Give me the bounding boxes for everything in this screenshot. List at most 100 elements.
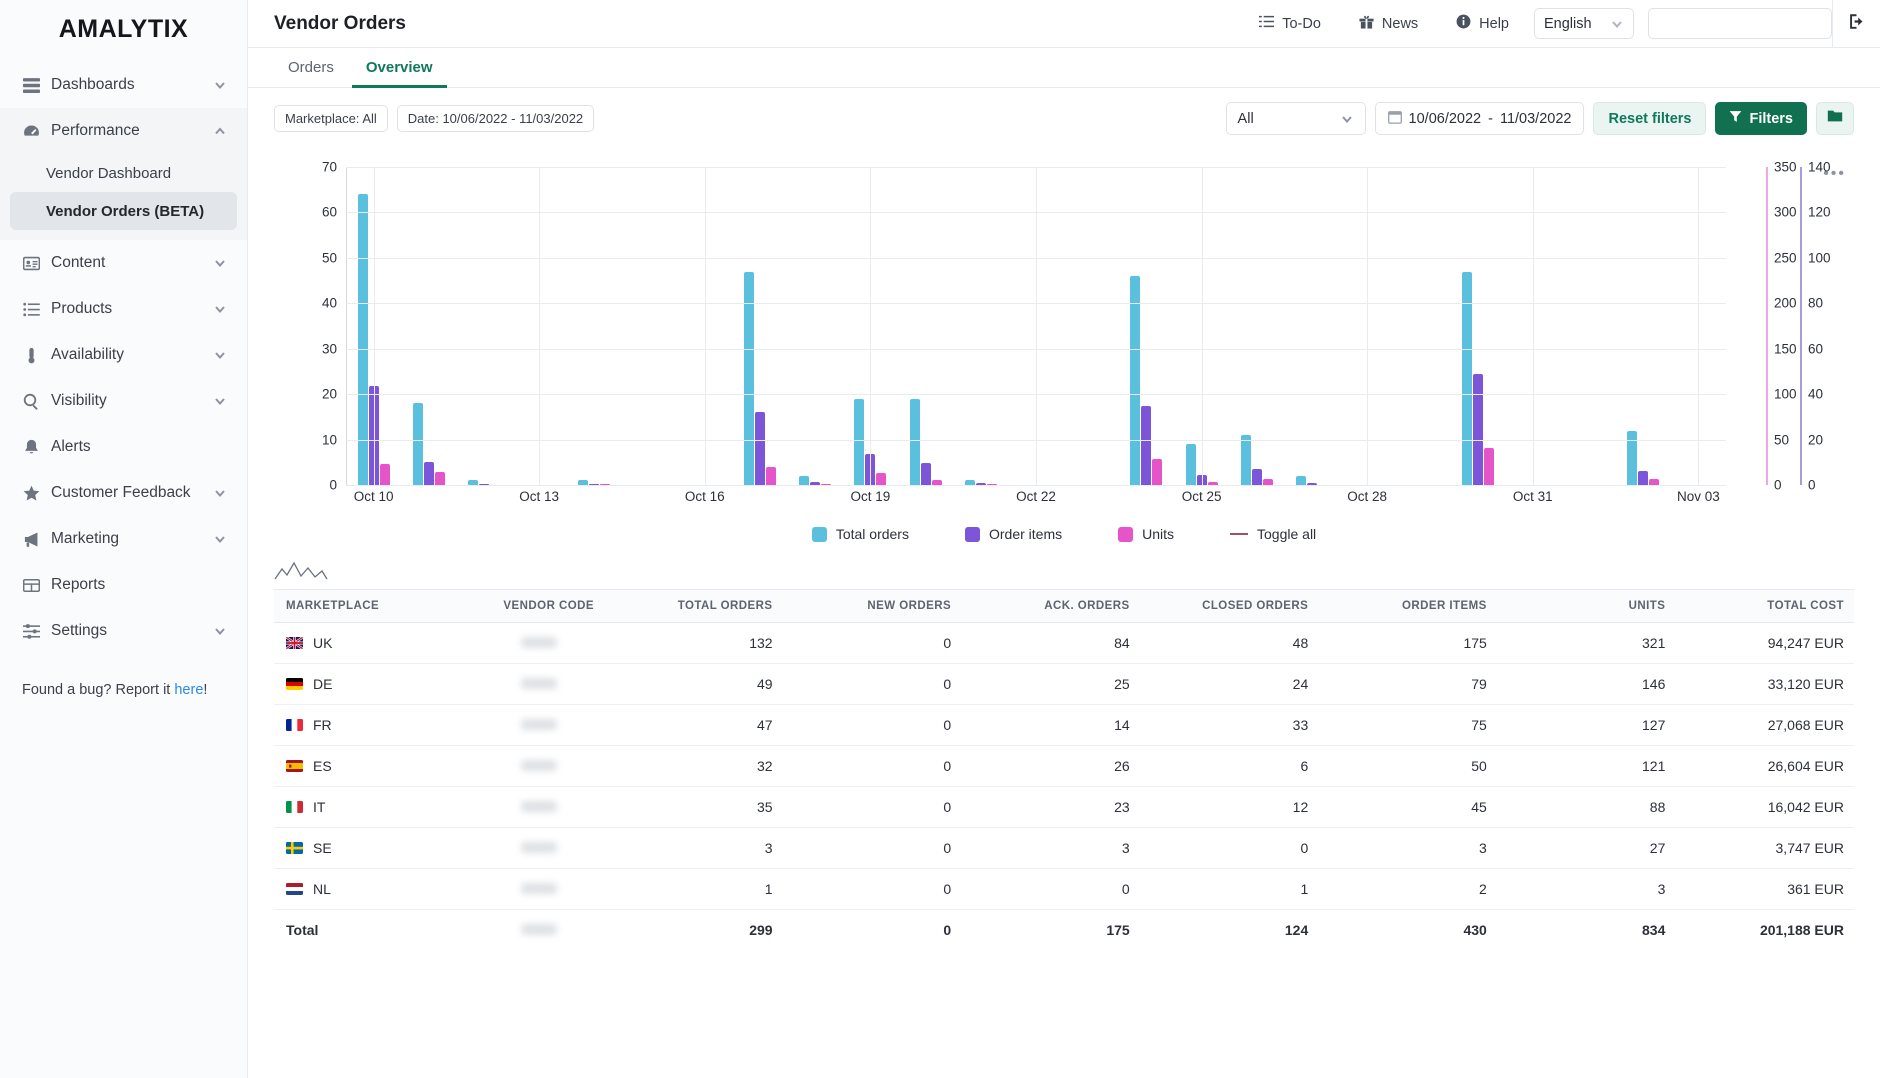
table-header-order-items[interactable]: ORDER ITEMS — [1318, 589, 1497, 623]
chart-bar-group[interactable] — [1616, 167, 1671, 485]
sidebar-item-visibility[interactable]: Visibility — [0, 378, 247, 424]
sidebar-subitem-vendor-dashboard[interactable]: Vendor Dashboard — [10, 154, 237, 192]
chart-bar-units[interactable] — [379, 464, 390, 485]
table-total-row[interactable]: Total 299 0 175 124 430 834 201,188 EUR — [274, 910, 1854, 951]
chart-bar-total-orders[interactable] — [1240, 435, 1251, 485]
logout-button[interactable] — [1832, 0, 1880, 48]
table-header-new-orders[interactable]: NEW ORDERS — [782, 589, 962, 623]
chevron-down-icon[interactable] — [213, 302, 227, 316]
table-header-vendor-code[interactable]: VENDOR CODE — [484, 589, 604, 623]
chart-bar-order-items[interactable] — [1638, 471, 1649, 485]
chevron-down-icon[interactable] — [213, 486, 227, 500]
chart-bar-group[interactable] — [1119, 167, 1174, 485]
chart-bar-group[interactable] — [898, 167, 953, 485]
chart-bar-group[interactable] — [1284, 167, 1339, 485]
chart-bar-units[interactable] — [766, 467, 777, 485]
filters-button[interactable]: Filters — [1715, 102, 1807, 135]
chevron-down-icon[interactable] — [213, 624, 227, 638]
legend-item-total-orders[interactable]: Total orders — [811, 526, 909, 542]
chart-bar-group[interactable] — [1229, 167, 1284, 485]
chart-bar-total-orders[interactable] — [854, 398, 865, 485]
todo-link[interactable]: To-Do — [1240, 14, 1340, 33]
chart-bar-group[interactable] — [622, 167, 677, 485]
chart-bar-total-orders[interactable] — [909, 398, 920, 485]
date-range-picker[interactable]: 10/06/2022 - 11/03/2022 — [1374, 102, 1585, 135]
sidebar-item-dashboards[interactable]: Dashboards — [0, 62, 247, 108]
legend-item-order-items[interactable]: Order items — [964, 526, 1062, 542]
legend-item-units[interactable]: Units — [1118, 526, 1174, 542]
chart-bar-units[interactable] — [1483, 447, 1494, 485]
chart-bar-order-items[interactable] — [1472, 373, 1483, 485]
sidebar-item-customer-feedback[interactable]: Customer Feedback — [0, 470, 247, 516]
sidebar-item-alerts[interactable]: Alerts — [0, 424, 247, 470]
language-select[interactable]: English — [1534, 8, 1634, 39]
chart-bar-units[interactable] — [434, 471, 445, 485]
sidebar-item-marketing[interactable]: Marketing — [0, 516, 247, 562]
chart-bar-total-orders[interactable] — [357, 194, 368, 485]
marketplace-select[interactable]: All — [1225, 102, 1366, 135]
chevron-up-icon[interactable] — [213, 124, 227, 138]
chevron-down-icon[interactable] — [213, 348, 227, 362]
news-link[interactable]: News — [1340, 14, 1437, 33]
chart-bar-order-items[interactable] — [1251, 469, 1262, 485]
chart-bar-order-items[interactable] — [1141, 405, 1152, 485]
table-header-units[interactable]: UNITS — [1496, 589, 1676, 623]
sidebar-item-reports[interactable]: Reports — [0, 562, 247, 608]
sidebar-item-availability[interactable]: Availability — [0, 332, 247, 378]
chart-bar-order-items[interactable] — [755, 412, 766, 485]
table-header-total-cost[interactable]: TOTAL COST — [1675, 589, 1854, 623]
chevron-down-icon[interactable] — [213, 78, 227, 92]
chart-bar-group[interactable] — [953, 167, 1008, 485]
table-header-total-orders[interactable]: TOTAL ORDERS — [604, 589, 783, 623]
table-row[interactable]: SE 3 0 3 0 3 27 3,747 EUR — [274, 827, 1854, 869]
sidebar-item-performance[interactable]: Performance — [0, 108, 247, 154]
chevron-down-icon[interactable] — [213, 394, 227, 408]
table-row[interactable]: DE 49 0 25 24 79 146 33,120 EUR — [274, 663, 1854, 705]
chart-bar-total-orders[interactable] — [799, 475, 810, 485]
chip-date[interactable]: Date: 10/06/2022 - 11/03/2022 — [396, 105, 595, 132]
sidebar-item-content[interactable]: Content — [0, 240, 247, 286]
chevron-down-icon[interactable] — [213, 256, 227, 270]
search-box[interactable] — [1648, 8, 1832, 39]
chart-bar-units[interactable] — [876, 473, 887, 485]
sidebar-item-products[interactable]: Products — [0, 286, 247, 332]
table-header-closed-orders[interactable]: CLOSED ORDERS — [1139, 589, 1319, 623]
chart-bar-group[interactable] — [567, 167, 622, 485]
chart-bar-group[interactable] — [1560, 167, 1615, 485]
chart-bar-group[interactable] — [401, 167, 456, 485]
sidebar-item-settings[interactable]: Settings — [0, 608, 247, 654]
tab-overview[interactable]: Overview — [351, 59, 447, 88]
chart-bar-total-orders[interactable] — [1185, 444, 1196, 485]
chart-bar-order-items[interactable] — [920, 463, 931, 485]
table-row[interactable]: NL 1 0 0 1 2 3 361 EUR — [274, 868, 1854, 910]
chart-bar-group[interactable] — [1450, 167, 1505, 485]
table-header-marketplace[interactable]: MARKETPLACE — [274, 589, 484, 623]
chip-marketplace[interactable]: Marketplace: All — [274, 105, 388, 132]
sparkline-icon[interactable] — [274, 559, 328, 581]
table-header-ack-orders[interactable]: ACK. ORDERS — [961, 589, 1140, 623]
chart-bar-group[interactable] — [456, 167, 511, 485]
chart-bar-total-orders[interactable] — [1130, 276, 1141, 485]
sidebar-subitem-vendor-orders-beta[interactable]: Vendor Orders (BETA) — [10, 192, 237, 230]
legend-item-toggle-all[interactable]: Toggle all — [1230, 526, 1316, 542]
help-link[interactable]: Help — [1437, 14, 1528, 33]
table-row[interactable]: FR 47 0 14 33 75 127 27,068 EUR — [274, 704, 1854, 746]
reset-filters-button[interactable]: Reset filters — [1593, 102, 1707, 135]
report-bug-link[interactable]: here — [174, 682, 203, 698]
chart-bar-group[interactable] — [732, 167, 787, 485]
search-input[interactable] — [1649, 9, 1831, 38]
chart-bar-group[interactable] — [1064, 167, 1119, 485]
vendor-orders-bar-chart[interactable]: 0 10 20 30 40 50 60 70 Oct 10 Oct 13 Oct 16 Oct 19… — [274, 153, 1854, 513]
chart-bar-total-orders[interactable] — [1296, 475, 1307, 485]
chart-bar-units[interactable] — [1152, 459, 1163, 485]
table-row[interactable]: IT 35 0 23 12 45 88 16,042 EUR — [274, 786, 1854, 828]
table-row[interactable]: UK 132 0 84 48 175 321 94,247 EUR — [274, 622, 1854, 664]
chart-bar-group[interactable] — [788, 167, 843, 485]
folder-button[interactable] — [1816, 102, 1854, 135]
chevron-down-icon[interactable] — [213, 532, 227, 546]
tab-orders[interactable]: Orders — [274, 59, 348, 88]
chart-bar-order-items[interactable] — [423, 462, 434, 485]
chart-bar-total-orders[interactable] — [412, 403, 423, 485]
chart-bar-group[interactable] — [1395, 167, 1450, 485]
table-row[interactable]: ES 32 0 26 6 50 121 26,604 EUR — [274, 745, 1854, 787]
